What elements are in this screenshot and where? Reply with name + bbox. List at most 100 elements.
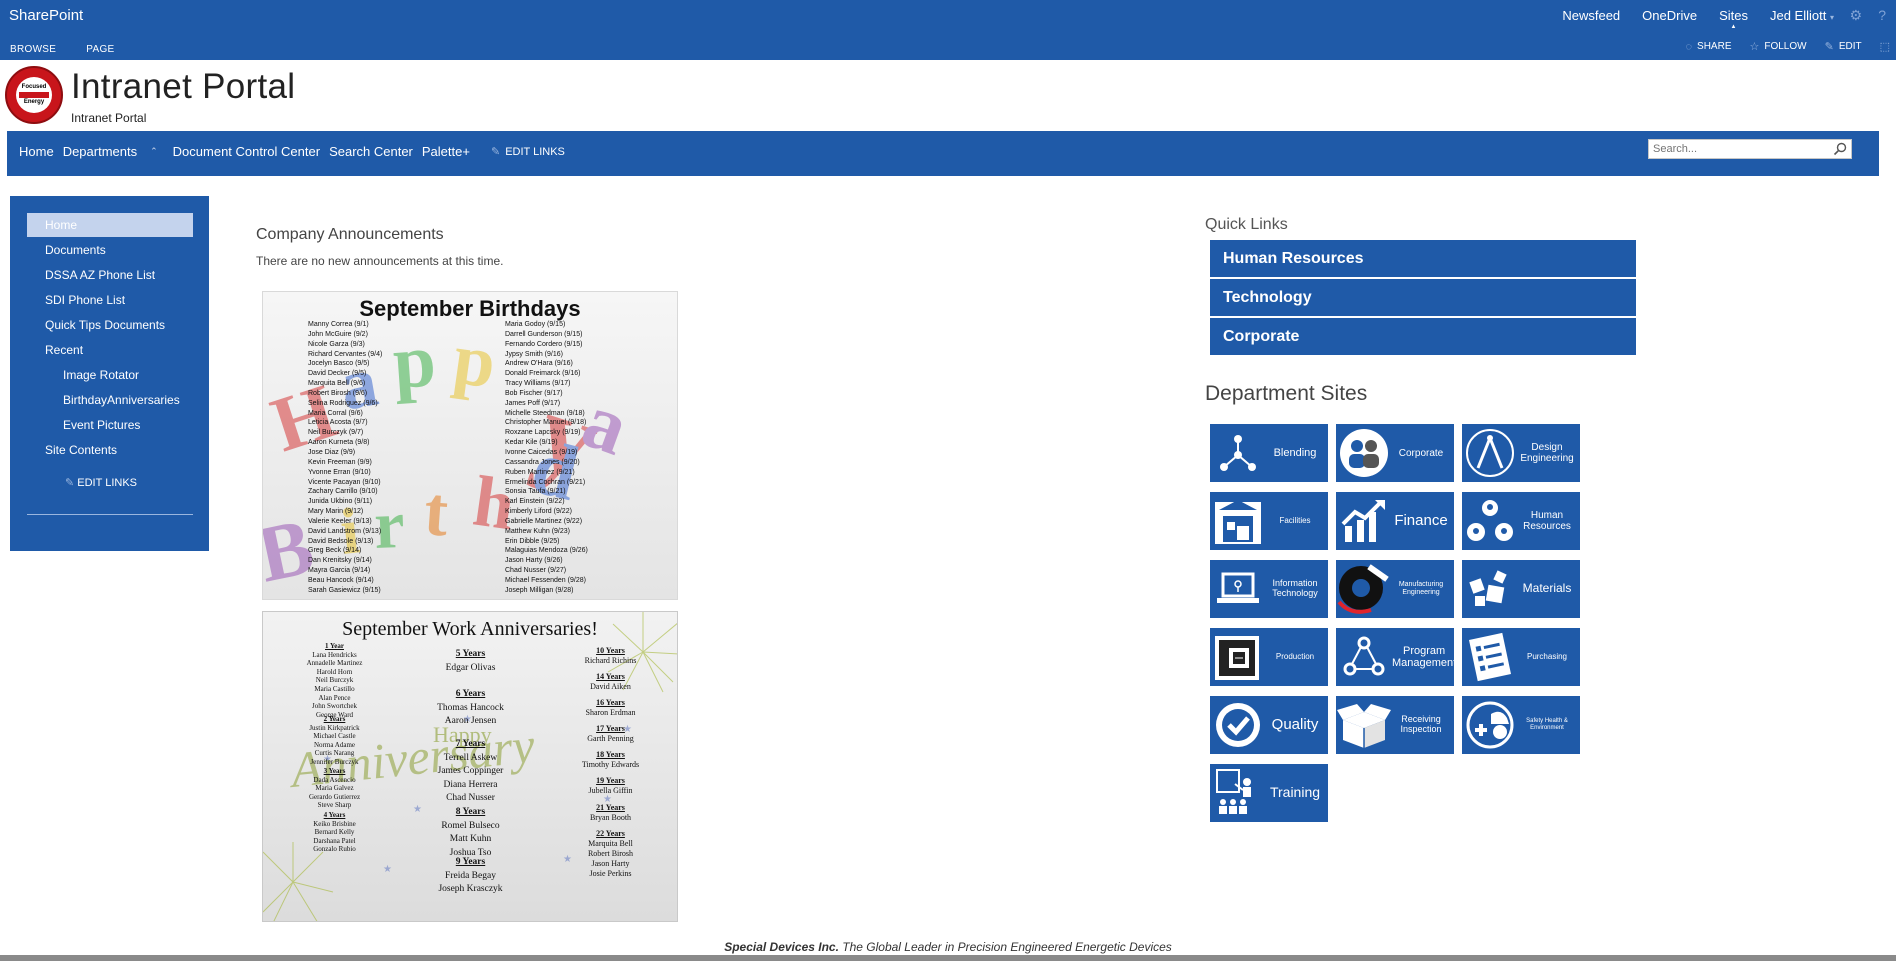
footer: Special Devices Inc. The Global Leader i… (0, 940, 1896, 954)
anniversary-card[interactable]: ★ ★ ★ ★ ★ ★ ★ Happy Anniversary September Work… (262, 611, 678, 922)
dept-tile-materials[interactable]: Materials (1462, 560, 1580, 618)
presentation-icon (1210, 764, 1266, 822)
anniversary-name: Dada Ascencio (313, 775, 356, 784)
search-icon[interactable] (1832, 141, 1848, 157)
leftnav-edit-links[interactable]: ✎ EDIT LINKS (65, 476, 137, 489)
leftnav-quick-tips[interactable]: Quick Tips Documents (27, 313, 193, 337)
onedrive-link[interactable]: OneDrive (1642, 8, 1697, 30)
topnav-home[interactable]: Home (19, 144, 54, 159)
birthday-entry: Tracy Williams (9/17) (505, 380, 571, 388)
dept-tile-blending[interactable]: Blending (1210, 424, 1328, 482)
tab-page[interactable]: PAGE (86, 44, 114, 55)
dept-tile-program-management[interactable]: Program Management (1336, 628, 1454, 686)
leftnav-sdi-phone-list[interactable]: SDI Phone List (27, 288, 193, 312)
dept-tile-quality[interactable]: Quality (1210, 696, 1328, 754)
leftnav-dssa-phone-list[interactable]: DSSA AZ Phone List (27, 263, 193, 287)
site-title[interactable]: Intranet Portal (71, 67, 295, 107)
anniversary-name: Richard Richins (584, 656, 637, 665)
birthday-entry: Kimberly Liford (9/22) (505, 508, 572, 516)
dropdown-arrow-icon[interactable]: ⌃ (150, 146, 158, 157)
leftnav-birthday-anniversaries[interactable]: BirthdayAnniversaries (27, 388, 193, 412)
announcements-title[interactable]: Company Announcements (256, 226, 444, 244)
topnav-edit-links[interactable]: ✎ EDIT LINKS (490, 145, 565, 159)
leftnav-home[interactable]: Home (27, 213, 193, 237)
search-box (1648, 139, 1852, 159)
announcements-message: There are no new announcements at this t… (256, 254, 504, 268)
pencil-icon: ✎ (65, 477, 75, 489)
quick-link-technology[interactable]: Technology (1210, 279, 1636, 316)
search-input[interactable] (1649, 140, 1829, 158)
birthday-entry: Ermelinda Cochran (9/21) (505, 478, 586, 486)
dept-tile-human-resources[interactable]: Human Resources (1462, 492, 1580, 550)
svg-text:t: t (422, 473, 451, 551)
birthday-entry: Selina Rodriguez (9/6) (308, 399, 378, 407)
dept-tile-information-technology[interactable]: Information Technology (1210, 560, 1328, 618)
anniversary-name: Maria Galvez (315, 784, 354, 793)
focus-icon: ⬚ (1879, 41, 1890, 53)
anniversary-name: Curtis Narang (314, 749, 355, 758)
dept-tile-safety-health-environment[interactable]: Safety Health & Environment (1462, 696, 1580, 754)
pencil-icon: ✎ (490, 146, 501, 158)
topnav-departments[interactable]: Departments (63, 144, 137, 159)
anniversary-name: Jennifer Burczyk (310, 757, 359, 766)
dept-tile-manufacturing-engineering[interactable]: Manufacturing Engineering (1336, 560, 1454, 618)
sharepoint-brand[interactable]: SharePoint (9, 7, 83, 24)
anniversary-group: 16 Years Sharon Erdman (543, 698, 677, 718)
anniversary-years-heading: 2 Years (323, 715, 346, 723)
dept-tile-production[interactable]: Production (1210, 628, 1328, 686)
dept-tile-finance[interactable]: Finance (1336, 492, 1454, 550)
focus-button[interactable]: ⬚ (1880, 40, 1890, 53)
dept-tile-label: Receiving Inspection (1400, 714, 1442, 734)
dept-tile-training[interactable]: Training (1210, 764, 1328, 822)
dept-tile-facilities[interactable]: Facilities (1210, 492, 1328, 550)
topnav-palette[interactable]: Palette+ (422, 144, 470, 159)
tab-browse[interactable]: BROWSE (10, 44, 56, 55)
anniversary-group: 22 Years Marquita Bell Robert Birosh Jason … (543, 829, 677, 879)
dept-tile-corporate[interactable]: Corporate (1336, 424, 1454, 482)
edit-button[interactable]: ✎ EDIT (1825, 40, 1862, 53)
anniversary-name: Maria Castillo (314, 684, 355, 693)
user-menu[interactable]: Jed Elliott ▾ (1770, 8, 1834, 30)
topnav-document-control-center[interactable]: Document Control Center (173, 144, 320, 159)
anniversary-name: Jubella Giffin (588, 786, 633, 795)
birthday-entry: Jose Diaz (9/9) (308, 448, 356, 456)
birthday-entry: Manny Correa (9/1) (308, 321, 369, 328)
dept-tile-label: Finance (1394, 511, 1448, 529)
birthday-entry: Marquita Bell (9/6) (308, 380, 366, 388)
anniversary-name: Gonzalo Rubio (313, 845, 356, 854)
dept-tile-label: Manufacturing Engineering (1398, 581, 1444, 596)
birthday-entry: David Bedsole (9/13) (308, 537, 374, 545)
dept-tile-purchasing[interactable]: Purchasing (1462, 628, 1580, 686)
birthday-entry: Ivonne Caicedas (9/19) (505, 448, 578, 456)
birthday-entry: Yvonne Erran (9/10) (308, 468, 371, 476)
leftnav-site-contents[interactable]: Site Contents (27, 438, 193, 462)
dept-tile-design-engineering[interactable]: Design Engineering (1462, 424, 1580, 482)
site-breadcrumb[interactable]: Intranet Portal (71, 111, 146, 125)
leftnav-documents[interactable]: Documents (27, 238, 193, 262)
share-button[interactable]: ◌ SHARE (1685, 41, 1731, 53)
topnav-search-center[interactable]: Search Center (329, 144, 413, 159)
quick-link-corporate[interactable]: Corporate (1210, 318, 1636, 355)
chevron-down-icon: ▾ (1829, 13, 1834, 22)
anniversary-group: 10 Years Richard Richins (543, 646, 677, 666)
birthday-entry: Jocelyn Basco (9/5) (308, 360, 370, 368)
quick-link-human-resources[interactable]: Human Resources (1210, 240, 1636, 277)
birthday-entry: Nicole Garza (9/3) (308, 340, 365, 348)
follow-button[interactable]: ☆ FOLLOW (1749, 40, 1806, 53)
warehouse-icon (1210, 492, 1266, 550)
dept-tile-receiving-inspection[interactable]: Receiving Inspection (1336, 696, 1454, 754)
site-logo[interactable]: Focused Energy (5, 66, 63, 124)
leftnav-image-rotator[interactable]: Image Rotator (27, 363, 193, 387)
birthday-entry: Andrew O'Hara (9/16) (505, 360, 573, 368)
dept-tile-label: Blending (1273, 446, 1317, 459)
birthday-card[interactable]: H a p p y B i r t h d a September Birthd… (262, 291, 678, 600)
sites-link[interactable]: Sites (1719, 8, 1748, 30)
anniversary-group: 3 Years Dada Ascencio Maria Galvez Gerardo … (267, 767, 402, 810)
suite-links: Newsfeed OneDrive Sites Jed Elliott ▾ (1562, 8, 1834, 30)
gear-icon[interactable]: ⚙ (1849, 7, 1862, 24)
newsfeed-link[interactable]: Newsfeed (1562, 8, 1620, 30)
anniversary-name: Edgar Olivas (445, 662, 496, 673)
leftnav-event-pictures[interactable]: Event Pictures (27, 413, 193, 437)
help-icon[interactable]: ? (1878, 7, 1886, 23)
birthday-entry: Michael Fessenden (9/28) (505, 576, 586, 584)
